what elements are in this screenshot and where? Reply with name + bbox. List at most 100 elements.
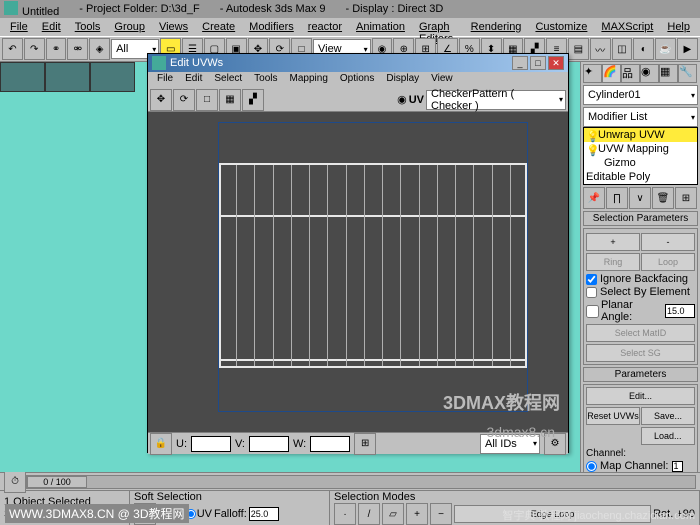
- menu-tools[interactable]: Tools: [69, 20, 107, 34]
- menu-views[interactable]: Views: [153, 20, 194, 34]
- time-thumb[interactable]: 0 / 100: [27, 476, 87, 488]
- footer-watermark-right: 智宇典 教程网 jiaocheng.chazidian.com: [502, 507, 695, 523]
- uvw-menu-mapping[interactable]: Mapping: [285, 73, 333, 87]
- time-slider[interactable]: 0 / 100: [26, 475, 696, 489]
- freeform-button[interactable]: ▦: [219, 89, 241, 111]
- u-value-input[interactable]: [191, 436, 231, 452]
- select-sg-button[interactable]: Select SG: [586, 344, 695, 362]
- menu-edit[interactable]: Edit: [36, 20, 67, 34]
- time-config-button[interactable]: ⏱: [4, 471, 26, 493]
- schematic-button[interactable]: ◫: [612, 38, 633, 60]
- hierarchy-tab[interactable]: 品: [621, 64, 640, 83]
- edit-button[interactable]: Edit...: [586, 387, 695, 405]
- minimize-button[interactable]: _: [512, 56, 528, 70]
- unlink-button[interactable]: ⚮: [67, 38, 88, 60]
- planar-angle-spinner[interactable]: [665, 304, 695, 318]
- rotate-uv-button[interactable]: ⟳: [173, 89, 195, 111]
- create-tab[interactable]: ✦: [583, 64, 602, 83]
- link-button[interactable]: ⚭: [46, 38, 67, 60]
- menu-group[interactable]: Group: [108, 20, 151, 34]
- sel-params-header[interactable]: Selection Parameters: [583, 211, 698, 226]
- vertex-mode-button[interactable]: ·: [334, 503, 356, 525]
- uvw-options-button[interactable]: ⊞: [354, 433, 376, 455]
- modifier-stack[interactable]: 💡Unwrap UVW 💡UVW Mapping Gizmo Editable …: [583, 127, 698, 185]
- w-value-input[interactable]: [310, 436, 350, 452]
- mirror-uv-button[interactable]: ▞: [242, 89, 264, 111]
- motion-tab[interactable]: ◉: [640, 64, 659, 83]
- uvw-viewport[interactable]: [148, 112, 568, 432]
- mod-uvw-mapping[interactable]: 💡UVW Mapping: [584, 142, 697, 156]
- uvw-cfg-button[interactable]: ⚙: [544, 433, 566, 455]
- uvw-menu-select[interactable]: Select: [209, 73, 247, 87]
- maximize-button[interactable]: □: [530, 56, 546, 70]
- configure-button[interactable]: ⊞: [675, 187, 697, 209]
- ring-button[interactable]: Ring: [586, 253, 640, 271]
- redo-button[interactable]: ↷: [24, 38, 45, 60]
- pin-stack-button[interactable]: 📌: [583, 187, 605, 209]
- contract-button[interactable]: -: [641, 233, 695, 251]
- uvw-menu-tools[interactable]: Tools: [249, 73, 282, 87]
- menu-rendering[interactable]: Rendering: [465, 20, 528, 34]
- uvw-menu-view[interactable]: View: [426, 73, 458, 87]
- layer-button[interactable]: ▤: [568, 38, 589, 60]
- show-end-button[interactable]: ∏: [606, 187, 628, 209]
- material-button[interactable]: ◐: [633, 38, 654, 60]
- uvw-menu-file[interactable]: File: [152, 73, 178, 87]
- mod-unwrap-uvw[interactable]: 💡Unwrap UVW: [584, 128, 697, 142]
- uvw-titlebar[interactable]: Edit UVWs _ □ ✕: [148, 54, 568, 72]
- reset-uvw-button[interactable]: Reset UVWs: [586, 407, 640, 425]
- v-value-input[interactable]: [249, 436, 289, 452]
- plus-mode-button[interactable]: +: [406, 503, 428, 525]
- title-untitled: Untitled: [22, 6, 59, 18]
- loop-button[interactable]: Loop: [641, 253, 695, 271]
- allids-dropdown[interactable]: All IDs: [480, 434, 540, 454]
- select-by-element-check[interactable]: Select By Element: [586, 286, 695, 298]
- undo-button[interactable]: ↶: [2, 38, 23, 60]
- make-unique-button[interactable]: ∨: [629, 187, 651, 209]
- uvw-menu-options[interactable]: Options: [335, 73, 379, 87]
- menu-animation[interactable]: Animation: [350, 20, 411, 34]
- uvw-lock-button[interactable]: 🔒: [150, 433, 172, 455]
- curve-editor-button[interactable]: 〰: [590, 38, 611, 60]
- uvw-menu-edit[interactable]: Edit: [180, 73, 207, 87]
- lightbulb-icon: 💡: [586, 144, 596, 154]
- object-name-field[interactable]: Cylinder01: [583, 85, 698, 105]
- mod-gizmo[interactable]: Gizmo: [584, 156, 697, 170]
- menu-reactor[interactable]: reactor: [302, 20, 348, 34]
- menu-modifiers[interactable]: Modifiers: [243, 20, 300, 34]
- planar-angle-check[interactable]: [586, 305, 599, 318]
- modify-tab[interactable]: 🌈: [602, 64, 621, 83]
- falloff-spinner[interactable]: [249, 507, 279, 521]
- display-tab[interactable]: ▦: [659, 64, 678, 83]
- menu-help[interactable]: Help: [661, 20, 696, 34]
- remove-mod-button[interactable]: 🗑: [652, 187, 674, 209]
- parameters-header[interactable]: Parameters: [583, 367, 698, 382]
- texture-dropdown[interactable]: CheckerPattern ( Checker ): [426, 90, 566, 110]
- menu-create[interactable]: Create: [196, 20, 241, 34]
- render-scene-button[interactable]: ☕: [655, 38, 676, 60]
- face-mode-button[interactable]: ▱: [382, 503, 404, 525]
- utilities-tab[interactable]: 🔧: [678, 64, 697, 83]
- minus-mode-button[interactable]: −: [430, 503, 452, 525]
- expand-button[interactable]: +: [586, 233, 640, 251]
- ignore-backfacing-check[interactable]: Ignore Backfacing: [586, 273, 695, 285]
- map-channel-spinner[interactable]: [672, 461, 683, 472]
- bind-button[interactable]: ◈: [89, 38, 110, 60]
- menu-customize[interactable]: Customize: [529, 20, 593, 34]
- title-display: - Display : Direct 3D: [346, 3, 444, 15]
- move-uv-button[interactable]: ✥: [150, 89, 172, 111]
- uvw-menu-display[interactable]: Display: [381, 73, 424, 87]
- modifier-list-dropdown[interactable]: Modifier List: [583, 107, 698, 127]
- mod-editable-poly[interactable]: Editable Poly: [584, 170, 697, 184]
- edge-mode-button[interactable]: /: [358, 503, 380, 525]
- save-button[interactable]: Save...: [641, 407, 695, 425]
- quick-render-button[interactable]: ▶: [677, 38, 698, 60]
- load-button[interactable]: Load...: [641, 427, 696, 445]
- menu-grapheditors[interactable]: Graph Editors: [413, 20, 463, 34]
- select-matid-button[interactable]: Select MatID: [586, 324, 695, 342]
- menu-maxscript[interactable]: MAXScript: [595, 20, 659, 34]
- close-button[interactable]: ✕: [548, 56, 564, 70]
- map-channel-radio[interactable]: Map Channel:: [586, 460, 695, 472]
- menu-file[interactable]: File: [4, 20, 34, 34]
- scale-uv-button[interactable]: □: [196, 89, 218, 111]
